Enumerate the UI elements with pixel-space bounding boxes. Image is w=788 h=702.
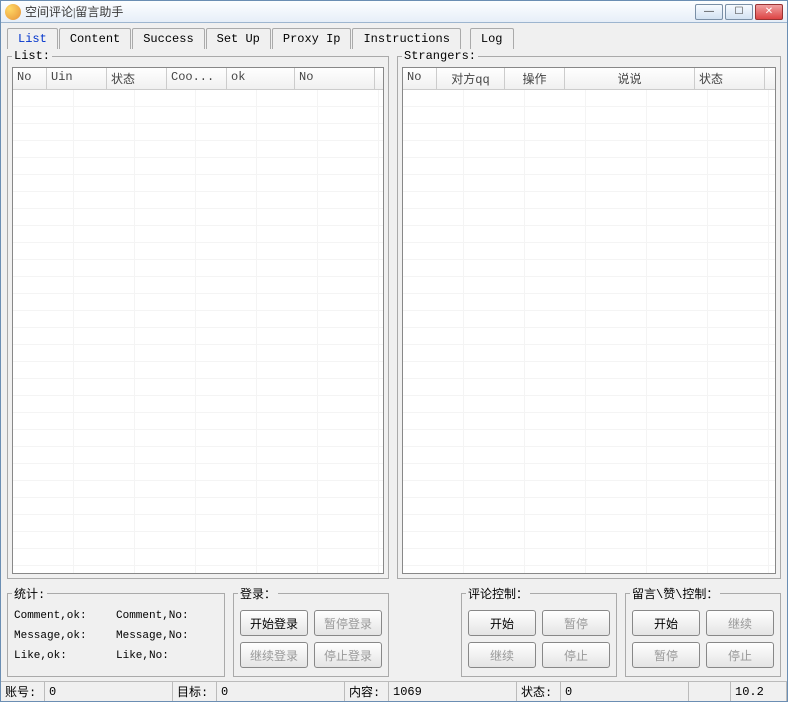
sb-account-value: 0 [45,682,173,701]
list-group: List: NoUin状态Coo...okNo [7,49,389,579]
statusbar: 账号: 0 目标: 0 内容: 1069 状态: 0 10.2 [1,681,787,701]
sb-content-label: 内容: [345,682,389,701]
tab-log[interactable]: Log [470,28,514,49]
sb-target-value: 0 [217,682,345,701]
stat-label: Comment,No: [116,610,218,622]
message-button-2: 暂停 [632,642,700,668]
tab-proxy-ip[interactable]: Proxy Ip [272,28,352,49]
strangers-table-body [403,90,775,574]
stat-label: Comment,ok: [14,610,116,622]
strangers-group: Strangers: No对方qq操作说说状态 [397,49,781,579]
sb-target-label: 目标: [173,682,217,701]
strangers-table-header: No对方qq操作说说状态 [403,68,775,90]
content-row: List: NoUin状态Coo...okNo Strangers: No对方q… [1,49,787,583]
list-col-header[interactable]: 状态 [107,68,167,89]
stats-group: 统计: Comment,ok:Comment,No:Message,ok:Mes… [7,585,225,677]
strangers-table[interactable]: No对方qq操作说说状态 [402,67,776,574]
login-button-3: 停止登录 [314,642,382,668]
tab-content[interactable]: Content [59,28,131,49]
stat-label: Like,No: [116,650,218,662]
comment-button-1: 暂停 [542,610,610,636]
message-control-legend: 留言\赞\控制： [630,585,720,602]
strangers-col-header[interactable]: 状态 [695,68,765,89]
strangers-col-header[interactable]: No [403,68,437,89]
login-button-2: 继续登录 [240,642,308,668]
gridlines [13,90,383,574]
stat-label: Message,No: [116,630,218,642]
list-col-header[interactable]: No [13,68,47,89]
sb-content-value: 1069 [389,682,517,701]
comment-control-group: 评论控制： 开始暂停继续停止 [461,585,617,677]
stat-label: Like,ok: [14,650,116,662]
message-button-0[interactable]: 开始 [632,610,700,636]
sb-state-label: 状态: [517,682,561,701]
message-button-grid: 开始继续暂停停止 [630,606,776,672]
tab-bar: ListContentSuccessSet UpProxy IpInstruct… [1,25,787,49]
strangers-legend: Strangers: [402,49,478,63]
bottom-row: 统计: Comment,ok:Comment,No:Message,ok:Mes… [1,583,787,681]
sb-account-label: 账号: [1,682,45,701]
message-control-group: 留言\赞\控制： 开始继续暂停停止 [625,585,781,677]
list-table[interactable]: NoUin状态Coo...okNo [12,67,384,574]
message-button-1: 继续 [706,610,774,636]
list-legend: List: [12,49,52,63]
list-col-header[interactable]: No [295,68,375,89]
spacer [397,585,453,677]
comment-button-grid: 开始暂停继续停止 [466,606,612,672]
comment-button-0[interactable]: 开始 [468,610,536,636]
sb-state-value: 0 [561,682,689,701]
login-legend: 登录： [238,585,278,602]
strangers-col-header[interactable]: 说说 [565,68,695,89]
window-buttons: — ☐ ✕ [695,4,783,20]
comment-control-legend: 评论控制： [466,585,530,602]
sb-blank1 [689,682,731,701]
close-button[interactable]: ✕ [755,4,783,20]
login-button-1: 暂停登录 [314,610,382,636]
login-group: 登录： 开始登录暂停登录继续登录停止登录 [233,585,389,677]
login-button-0[interactable]: 开始登录 [240,610,308,636]
list-table-body [13,90,383,574]
stat-label: Message,ok: [14,630,116,642]
tab-instructions[interactable]: Instructions [352,28,460,49]
left-column: List: NoUin状态Coo...okNo [7,49,389,579]
comment-button-2: 继续 [468,642,536,668]
tab-list[interactable]: List [7,28,58,49]
list-col-header[interactable]: Coo... [167,68,227,89]
app-window: 空间评论|留言助手 — ☐ ✕ ListContentSuccessSet Up… [0,0,788,702]
gridlines [403,90,775,574]
tab-success[interactable]: Success [132,28,204,49]
stats-legend: 统计: [12,585,47,602]
login-button-grid: 开始登录暂停登录继续登录停止登录 [238,606,384,672]
app-icon [5,4,21,20]
list-col-header[interactable]: Uin [47,68,107,89]
right-column: Strangers: No对方qq操作说说状态 [397,49,781,579]
window-title: 空间评论|留言助手 [25,3,695,20]
comment-button-3: 停止 [542,642,610,668]
maximize-button[interactable]: ☐ [725,4,753,20]
stats-grid: Comment,ok:Comment,No:Message,ok:Message… [12,606,220,662]
minimize-button[interactable]: — [695,4,723,20]
message-button-3: 停止 [706,642,774,668]
strangers-col-header[interactable]: 操作 [505,68,565,89]
tab-set-up[interactable]: Set Up [206,28,271,49]
sb-version: 10.2 [731,682,787,701]
list-col-header[interactable]: ok [227,68,295,89]
list-table-header: NoUin状态Coo...okNo [13,68,383,90]
titlebar: 空间评论|留言助手 — ☐ ✕ [1,1,787,23]
strangers-col-header[interactable]: 对方qq [437,68,505,89]
